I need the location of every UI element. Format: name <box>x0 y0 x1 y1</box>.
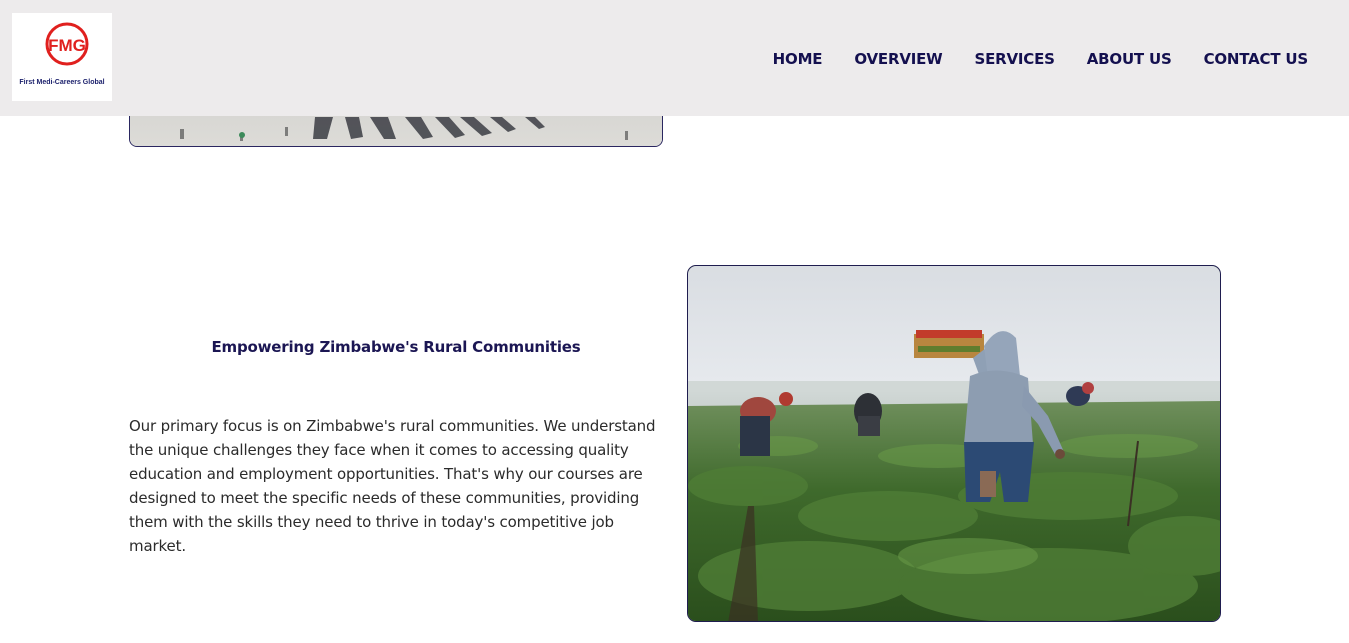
nav-contact-us[interactable]: CONTACT US <box>1204 50 1309 68</box>
section-title: Empowering Zimbabwe's Rural Communities <box>211 338 581 356</box>
site-logo[interactable]: FMG First Medi-Careers Global <box>12 13 112 101</box>
main-navigation: HOME OVERVIEW SERVICES ABOUT US CONTACT … <box>773 49 1309 69</box>
logo-caption: First Medi-Careers Global <box>19 79 105 86</box>
svg-text:FMG: FMG <box>48 36 86 55</box>
nav-about-us[interactable]: ABOUT US <box>1087 50 1172 68</box>
nav-home[interactable]: HOME <box>773 50 823 68</box>
nav-overview[interactable]: OVERVIEW <box>854 50 942 68</box>
site-header: FMG First Medi-Careers Global HOME OVERV… <box>0 0 1349 116</box>
page: FMG First Medi-Careers Global HOME OVERV… <box>0 0 1349 643</box>
section-body: Our primary focus is on Zimbabwe's rural… <box>129 417 656 555</box>
farm-workers-photo <box>687 265 1221 622</box>
nav-services[interactable]: SERVICES <box>975 50 1055 68</box>
